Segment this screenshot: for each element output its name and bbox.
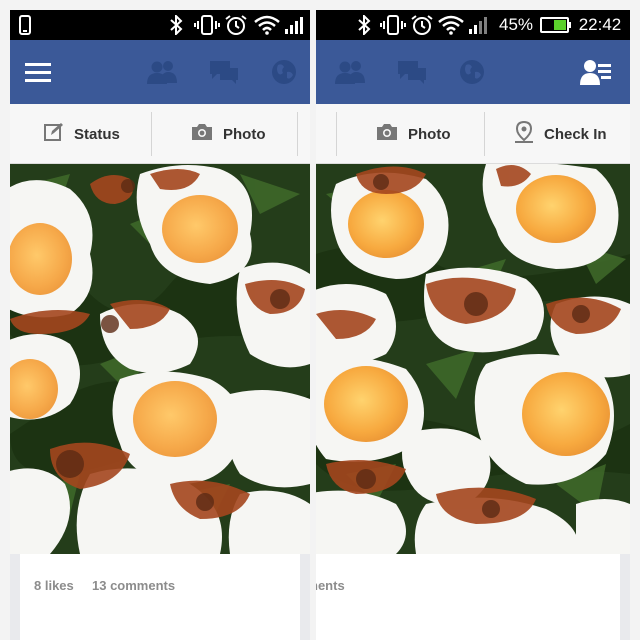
- facebook-top-bar: [316, 40, 630, 104]
- post-footer: 8 likes 13 comments: [10, 554, 310, 640]
- comments-count[interactable]: nents: [316, 578, 345, 593]
- status-label: Status: [74, 125, 120, 143]
- wifi-icon: [438, 14, 464, 36]
- status-button[interactable]: Status: [44, 104, 120, 164]
- battery-icon: [540, 14, 572, 36]
- status-bar: [10, 10, 310, 40]
- left-screenshot: Status Photo 8 likes 13 comments: [10, 10, 310, 640]
- vibrate-icon: [194, 14, 220, 36]
- friends-icon[interactable]: [146, 56, 178, 88]
- globe-icon[interactable]: [456, 56, 488, 88]
- camera-icon: [191, 123, 213, 145]
- post-card: 8 likes 13 comments: [20, 554, 300, 640]
- composer-action-bar: Status Photo: [10, 104, 310, 164]
- divider: [151, 112, 152, 156]
- photo-label: Photo: [408, 125, 451, 143]
- edit-status-icon: [44, 122, 64, 146]
- facebook-top-bar: [10, 40, 310, 104]
- photo-button[interactable]: Photo: [191, 104, 266, 164]
- alarm-icon: [224, 14, 248, 36]
- messages-icon[interactable]: [396, 56, 428, 88]
- friend-requests-icon[interactable]: [580, 56, 612, 88]
- globe-icon[interactable]: [268, 56, 300, 88]
- wifi-icon: [254, 14, 280, 36]
- signal-icon: [468, 14, 490, 36]
- clock: 22:42: [578, 15, 622, 34]
- divider: [336, 112, 337, 156]
- divider: [297, 112, 298, 156]
- camera-icon: [376, 123, 398, 145]
- check-in-button[interactable]: Check In: [514, 104, 607, 164]
- post-footer: nents: [316, 554, 630, 640]
- alarm-icon: [410, 14, 434, 36]
- post-photo[interactable]: [10, 164, 310, 554]
- menu-icon[interactable]: [22, 56, 54, 88]
- photo-label: Photo: [223, 125, 266, 143]
- photo-button[interactable]: Photo: [376, 104, 451, 164]
- post-photo[interactable]: [316, 164, 630, 554]
- messages-icon[interactable]: [208, 56, 240, 88]
- phone-icon: [16, 14, 34, 36]
- vibrate-icon: [380, 14, 406, 36]
- comments-count[interactable]: 13 comments: [92, 578, 175, 593]
- likes-count[interactable]: 8 likes: [34, 578, 74, 593]
- bluetooth-icon: [166, 14, 186, 36]
- composer-action-bar: Photo Check In: [316, 104, 630, 164]
- status-bar: 45% 22:42: [316, 10, 630, 40]
- battery-percent: 45%: [498, 15, 534, 34]
- check-in-label: Check In: [544, 125, 607, 143]
- bluetooth-icon: [354, 14, 374, 36]
- divider: [484, 112, 485, 156]
- location-pin-icon: [514, 120, 534, 147]
- collage: Status Photo 8 likes 13 comments 45% 22:…: [0, 0, 640, 640]
- post-card: nents: [316, 554, 620, 640]
- right-screenshot: 45% 22:42 Photo Check In ents: [316, 10, 630, 640]
- friends-icon[interactable]: [334, 56, 366, 88]
- signal-icon: [284, 14, 306, 36]
